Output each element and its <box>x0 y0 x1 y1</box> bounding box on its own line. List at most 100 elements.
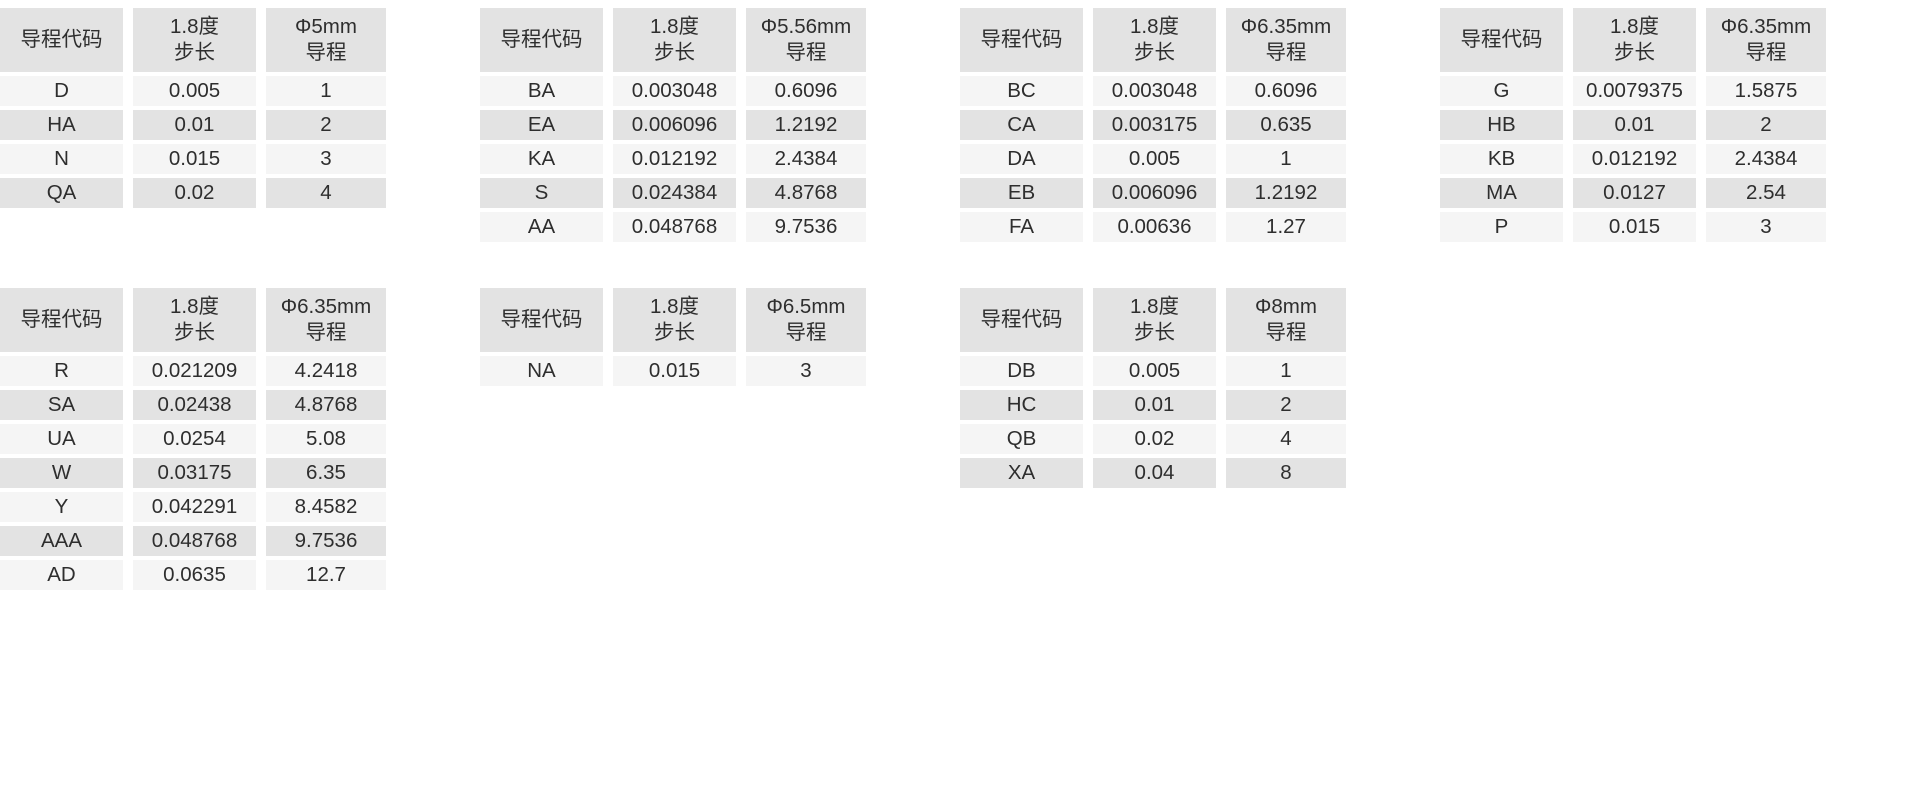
column-header-line1: Φ8mm <box>1255 294 1317 320</box>
lead-code-cell: FA <box>960 212 1083 242</box>
column-header: 1.8度步长 <box>133 8 256 72</box>
step-length-cell: 0.012192 <box>1573 144 1696 174</box>
lead-code-cell: EB <box>960 178 1083 208</box>
lead-table-phi6-35mm-c: 导程代码1.8度步长Φ6.35mm导程R0.0212094.2418SA0.02… <box>0 288 376 590</box>
column-header: 导程代码 <box>0 288 123 352</box>
lead-table-phi6-35mm-b: 导程代码1.8度步长Φ6.35mm导程G0.00793751.5875HB0.0… <box>1440 8 1816 242</box>
column-header: Φ5.56mm导程 <box>746 8 866 72</box>
column-header: Φ8mm导程 <box>1226 288 1346 352</box>
lead-code-cell: MA <box>1440 178 1563 208</box>
column-header-line1: 导程代码 <box>981 307 1063 333</box>
lead-code-cell: G <box>1440 76 1563 106</box>
lead-value-cell: 4 <box>266 178 386 208</box>
column-header-line2: 导程 <box>1746 40 1787 66</box>
column-header-line1: 1.8度 <box>1130 294 1179 320</box>
step-length-cell: 0.048768 <box>613 212 736 242</box>
step-length-cell: 0.04 <box>1093 458 1216 488</box>
lead-code-cell: HB <box>1440 110 1563 140</box>
step-length-cell: 0.0127 <box>1573 178 1696 208</box>
column-header: 导程代码 <box>480 8 603 72</box>
column-header-line1: Φ5mm <box>295 14 357 40</box>
lead-code-cell: BC <box>960 76 1083 106</box>
step-length-cell: 0.02 <box>1093 424 1216 454</box>
column-header-line2: 导程 <box>1266 320 1307 346</box>
column-header: 1.8度步长 <box>1093 8 1216 72</box>
column-header: 导程代码 <box>0 8 123 72</box>
column-header: 导程代码 <box>960 8 1083 72</box>
column-header-line1: 1.8度 <box>1130 14 1179 40</box>
lead-value-cell: 12.7 <box>266 560 386 590</box>
lead-code-cell: S <box>480 178 603 208</box>
column-header-line1: 1.8度 <box>1610 14 1659 40</box>
column-header: 1.8度步长 <box>1573 8 1696 72</box>
lead-value-cell: 0.6096 <box>1226 76 1346 106</box>
lead-code-cell: D <box>0 76 123 106</box>
lead-code-cell: QA <box>0 178 123 208</box>
lead-value-cell: 1 <box>266 76 386 106</box>
lead-code-cell: BA <box>480 76 603 106</box>
column-header-line2: 步长 <box>654 40 695 66</box>
lead-value-cell: 4.8768 <box>746 178 866 208</box>
column-header-line2: 步长 <box>174 320 215 346</box>
column-header-line2: 导程 <box>1266 40 1307 66</box>
step-length-cell: 0.005 <box>1093 356 1216 386</box>
lead-value-cell: 4.8768 <box>266 390 386 420</box>
lead-table-phi5-56mm: 导程代码1.8度步长Φ5.56mm导程BA0.0030480.6096EA0.0… <box>480 8 856 242</box>
step-length-cell: 0.015 <box>1573 212 1696 242</box>
lead-value-cell: 0.635 <box>1226 110 1346 140</box>
step-length-cell: 0.048768 <box>133 526 256 556</box>
lead-table-phi6-35mm-a: 导程代码1.8度步长Φ6.35mm导程BC0.0030480.6096CA0.0… <box>960 8 1336 242</box>
step-length-cell: 0.006096 <box>613 110 736 140</box>
column-header-line2: 步长 <box>174 40 215 66</box>
table-grid: 导程代码1.8度步长Φ5mm导程D0.0051HA0.012N0.0153QA0… <box>0 0 1925 590</box>
column-header-line1: 1.8度 <box>650 14 699 40</box>
column-header: Φ6.35mm导程 <box>1706 8 1826 72</box>
column-header-line1: 1.8度 <box>170 294 219 320</box>
step-length-cell: 0.021209 <box>133 356 256 386</box>
lead-code-cell: Y <box>0 492 123 522</box>
lead-code-cell: DA <box>960 144 1083 174</box>
step-length-cell: 0.005 <box>133 76 256 106</box>
step-length-cell: 0.015 <box>133 144 256 174</box>
lead-value-cell: 2.4384 <box>1706 144 1826 174</box>
column-header-line2: 步长 <box>1134 320 1175 346</box>
lead-code-cell: P <box>1440 212 1563 242</box>
column-header-line2: 步长 <box>1614 40 1655 66</box>
column-header-line1: Φ5.56mm <box>761 14 851 40</box>
column-header: Φ6.5mm导程 <box>746 288 866 352</box>
lead-code-reference-sheet: 导程代码1.8度步长Φ5mm导程D0.0051HA0.012N0.0153QA0… <box>0 0 1925 804</box>
step-length-cell: 0.00636 <box>1093 212 1216 242</box>
column-header-line1: Φ6.5mm <box>766 294 845 320</box>
step-length-cell: 0.01 <box>1093 390 1216 420</box>
lead-value-cell: 1.27 <box>1226 212 1346 242</box>
lead-code-cell: UA <box>0 424 123 454</box>
column-header-line2: 导程 <box>786 320 827 346</box>
lead-code-cell: HC <box>960 390 1083 420</box>
lead-code-cell: EA <box>480 110 603 140</box>
step-length-cell: 0.003175 <box>1093 110 1216 140</box>
lead-value-cell: 1.5875 <box>1706 76 1826 106</box>
lead-value-cell: 3 <box>746 356 866 386</box>
lead-code-cell: HA <box>0 110 123 140</box>
lead-code-cell: SA <box>0 390 123 420</box>
lead-table-phi5mm: 导程代码1.8度步长Φ5mm导程D0.0051HA0.012N0.0153QA0… <box>0 8 376 208</box>
lead-table-phi8mm: 导程代码1.8度步长Φ8mm导程DB0.0051HC0.012QB0.024XA… <box>960 288 1336 488</box>
lead-value-cell: 5.08 <box>266 424 386 454</box>
step-length-cell: 0.0635 <box>133 560 256 590</box>
column-header-line2: 导程 <box>306 40 347 66</box>
lead-value-cell: 4 <box>1226 424 1346 454</box>
lead-value-cell: 3 <box>1706 212 1826 242</box>
column-header-line1: 导程代码 <box>1461 27 1543 53</box>
lead-code-cell: R <box>0 356 123 386</box>
lead-value-cell: 2 <box>266 110 386 140</box>
lead-value-cell: 4.2418 <box>266 356 386 386</box>
column-header-line1: Φ6.35mm <box>281 294 371 320</box>
column-header-line2: 导程 <box>786 40 827 66</box>
lead-table-phi6-5mm: 导程代码1.8度步长Φ6.5mm导程NA0.0153 <box>480 288 856 386</box>
lead-code-cell: N <box>0 144 123 174</box>
step-length-cell: 0.012192 <box>613 144 736 174</box>
column-header-line1: 导程代码 <box>501 27 583 53</box>
lead-value-cell: 1.2192 <box>746 110 866 140</box>
lead-code-cell: W <box>0 458 123 488</box>
lead-value-cell: 2.4384 <box>746 144 866 174</box>
